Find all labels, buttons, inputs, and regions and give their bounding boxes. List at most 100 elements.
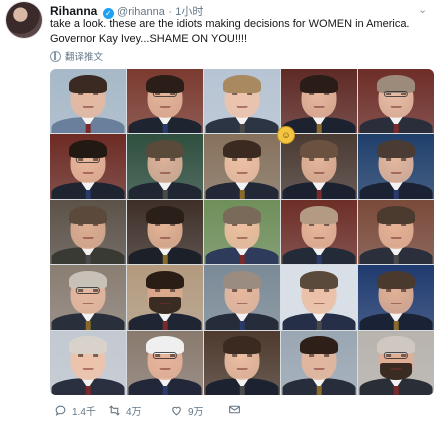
portrait-photo[interactable] [127, 69, 203, 134]
portrait-mouth [236, 367, 248, 370]
portrait-photo[interactable] [50, 69, 126, 134]
portrait-glasses [383, 352, 409, 359]
portrait-mouth [82, 106, 94, 109]
reply-count: 1.4千 [72, 407, 96, 418]
portrait-eyes [309, 354, 329, 357]
portrait-hair [69, 336, 107, 355]
portrait-photo[interactable] [358, 69, 434, 134]
portrait-tie [316, 320, 322, 330]
portrait-photo[interactable] [50, 199, 126, 265]
tweet-text-line-2: Governor Kay Ivey...SHAME ON YOU!!!! [50, 33, 248, 45]
portrait-hair [223, 336, 261, 355]
portrait-eyes [309, 289, 329, 292]
portrait-tie [393, 124, 399, 134]
portrait-photo[interactable] [281, 69, 357, 134]
portrait-hair [300, 140, 338, 159]
portrait-photo[interactable] [358, 134, 434, 199]
heart-icon [172, 406, 181, 416]
portrait-eyes [232, 158, 252, 161]
portrait-photo[interactable] [50, 330, 126, 395]
reply-icon [55, 405, 66, 417]
portrait-mouth [313, 106, 325, 109]
portrait-eyes [78, 92, 98, 96]
portrait-mouth [236, 171, 248, 174]
portrait-photo[interactable] [281, 330, 357, 395]
portrait-tie [393, 320, 399, 330]
portrait-glasses [152, 352, 178, 359]
portrait-photo[interactable] [204, 265, 280, 330]
portrait-eyes [309, 158, 329, 161]
retweet-button[interactable]: 4万 [108, 403, 142, 418]
like-count: 9万 [188, 407, 204, 418]
portrait-eyes [232, 289, 252, 292]
portrait-hair [146, 270, 184, 289]
portrait-mouth [390, 367, 402, 370]
portrait-eyes [232, 223, 252, 227]
portrait-glasses [383, 90, 409, 98]
portrait-tie [85, 385, 91, 395]
portrait-tie [393, 385, 399, 395]
author-name[interactable]: Rihanna [50, 4, 97, 18]
portrait-tie [162, 255, 168, 265]
portrait-photo[interactable] [50, 265, 126, 330]
chevron-down-icon[interactable]: ⌄ [418, 3, 427, 16]
portrait-mouth [82, 367, 94, 370]
translate-tweet-link[interactable]: 翻译推文 [50, 49, 103, 63]
portrait-mouth [313, 367, 325, 370]
portrait-glasses [75, 287, 101, 294]
portrait-photo[interactable] [204, 199, 280, 265]
portrait-photo[interactable] [204, 69, 280, 134]
portrait-photo[interactable] [204, 134, 280, 199]
portrait-photo[interactable] [50, 134, 126, 199]
portrait-tie [85, 124, 91, 134]
portrait-hair [223, 270, 261, 289]
portrait-mouth [159, 367, 171, 370]
reply-button[interactable]: 1.4千 [54, 403, 96, 418]
portrait-tie [239, 385, 245, 395]
portrait-tie [239, 320, 245, 330]
portrait-photo[interactable] [127, 265, 203, 330]
portrait-tie [85, 189, 91, 199]
portrait-photo[interactable] [281, 134, 357, 199]
portrait-photo[interactable] [281, 199, 357, 265]
portrait-tie [85, 255, 91, 265]
portrait-eyes [386, 289, 406, 292]
portrait-photo[interactable] [204, 330, 280, 395]
portrait-mouth [313, 237, 325, 240]
portrait-tie [239, 255, 245, 265]
portrait-eyes [155, 289, 175, 292]
portrait-hair [146, 205, 184, 224]
portrait-tie [393, 255, 399, 265]
retweet-icon [109, 405, 120, 416]
portrait-hair [69, 74, 107, 93]
portrait-mouth [82, 302, 94, 305]
tweet-photo-grid[interactable] [50, 69, 434, 395]
portrait-hair [377, 205, 415, 224]
portrait-mouth [159, 237, 171, 240]
globe-icon [50, 51, 61, 62]
portrait-eyes [309, 223, 329, 227]
portrait-photo[interactable] [358, 330, 434, 395]
portrait-hair [300, 205, 338, 224]
portrait-tie [393, 189, 399, 199]
author-avatar[interactable] [6, 2, 42, 38]
portrait-eyes [386, 158, 406, 161]
portrait-mouth [159, 171, 171, 174]
portrait-mouth [390, 237, 402, 240]
portrait-photo[interactable] [127, 199, 203, 265]
portrait-photo[interactable] [358, 265, 434, 330]
portrait-hair [146, 140, 184, 159]
portrait-tie [316, 124, 322, 134]
portrait-hair [300, 270, 338, 289]
portrait-photo[interactable] [358, 199, 434, 265]
tweet-text: take a look. these are the idiots making… [50, 17, 430, 47]
portrait-photo[interactable] [127, 134, 203, 199]
portrait-mouth [236, 302, 248, 305]
translate-label: 翻译推文 [65, 52, 104, 63]
portrait-photo[interactable] [281, 265, 357, 330]
envelope-icon [229, 405, 240, 414]
portrait-photo[interactable] [127, 330, 203, 395]
like-button[interactable]: 9万 [170, 403, 204, 418]
portrait-hair [300, 336, 338, 355]
direct-message-button[interactable] [228, 403, 241, 416]
